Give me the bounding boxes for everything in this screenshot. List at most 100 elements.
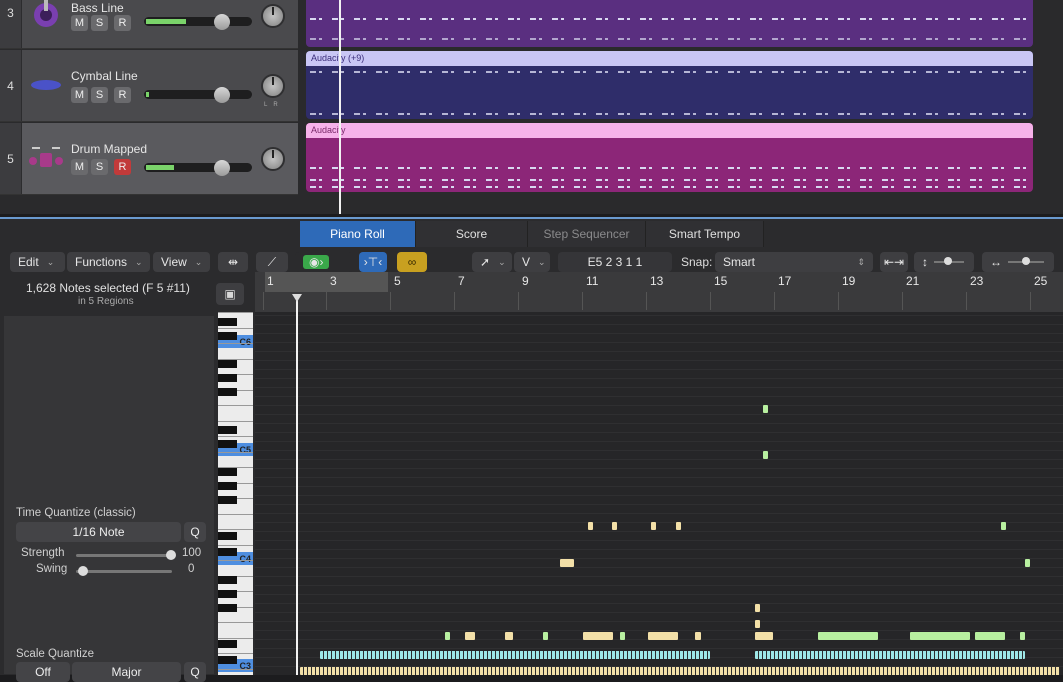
midi-region[interactable]: Audacity (+9) [306, 51, 1033, 119]
midi-note[interactable] [612, 522, 617, 530]
black-key[interactable] [218, 468, 237, 476]
note-run[interactable] [300, 667, 1060, 675]
black-key[interactable] [218, 532, 237, 540]
piano-keyboard[interactable]: C6 C5 C4 C3 [218, 312, 253, 675]
inspector-toggle-icon[interactable]: ▣ [216, 283, 244, 305]
track-header[interactable]: 4 Cymbal Line M S R LR [0, 50, 298, 122]
black-key[interactable] [218, 374, 237, 382]
playhead[interactable] [339, 0, 341, 214]
midi-note[interactable] [465, 632, 475, 640]
volume-fader[interactable] [144, 160, 252, 176]
midi-note[interactable] [588, 522, 593, 530]
midi-note[interactable] [620, 632, 625, 640]
black-key[interactable] [218, 360, 237, 368]
catch-playhead-icon[interactable]: ›⊤‹ [359, 252, 387, 272]
midi-note[interactable] [648, 632, 678, 640]
track-name[interactable]: Bass Line [71, 1, 124, 15]
scale-quantize-button[interactable]: Q [184, 662, 206, 682]
scale-type-select[interactable]: Major [72, 662, 181, 682]
track-name[interactable]: Drum Mapped [71, 142, 147, 156]
quantize-button[interactable]: Q [184, 522, 206, 542]
track-header[interactable]: 3 Bass Line M S R [0, 0, 298, 49]
midi-note[interactable] [560, 559, 574, 567]
midi-in-out-toggle[interactable]: ◉› [295, 252, 353, 272]
snap-select[interactable]: Smart ⇕ [715, 252, 873, 272]
swing-slider[interactable] [76, 566, 172, 576]
midi-note[interactable] [755, 632, 773, 640]
midi-note[interactable] [755, 604, 760, 612]
view-menu[interactable]: View ⌄ [153, 252, 210, 272]
collapse-icon[interactable]: ⇹ [218, 252, 248, 272]
midi-region[interactable] [306, 0, 1033, 47]
edit-menu[interactable]: Edit ⌄ [10, 252, 65, 272]
midi-region[interactable]: Audacity [306, 123, 1033, 192]
solo-button[interactable]: S [91, 15, 108, 31]
fit-width-icon[interactable]: ⇤⇥ [880, 252, 908, 272]
midi-note[interactable] [1020, 632, 1025, 640]
black-key[interactable] [218, 576, 237, 584]
fader-knob[interactable] [214, 87, 230, 103]
pan-knob[interactable] [261, 4, 285, 28]
black-key[interactable] [218, 482, 237, 490]
midi-note[interactable] [695, 632, 701, 640]
strength-slider[interactable] [76, 550, 176, 560]
automation-curve-icon[interactable]: ⟋ [256, 252, 288, 272]
black-key[interactable] [218, 496, 237, 504]
functions-menu[interactable]: Functions ⌄ [67, 252, 150, 272]
midi-note[interactable] [676, 522, 681, 530]
note-run[interactable] [320, 651, 710, 659]
midi-note[interactable] [543, 632, 548, 640]
midi-note[interactable] [1001, 522, 1006, 530]
black-key[interactable] [218, 604, 237, 612]
record-enable-button[interactable]: R [114, 87, 131, 103]
midi-note[interactable] [975, 632, 1005, 640]
midi-note[interactable] [818, 632, 878, 640]
tab-smart-tempo[interactable]: Smart Tempo [646, 221, 764, 247]
cycle-region[interactable] [265, 272, 388, 292]
track-name[interactable]: Cymbal Line [71, 69, 138, 83]
horizontal-zoom-slider[interactable]: ↔ [982, 252, 1054, 272]
black-key[interactable] [218, 318, 237, 326]
mute-button[interactable]: M [71, 159, 88, 175]
mute-button[interactable]: M [71, 87, 88, 103]
black-key[interactable] [218, 440, 237, 448]
black-key[interactable] [218, 388, 237, 396]
midi-note[interactable] [505, 632, 513, 640]
tab-score[interactable]: Score [416, 221, 528, 247]
tab-step-sequencer[interactable]: Step Sequencer [528, 221, 646, 247]
solo-button[interactable]: S [91, 87, 108, 103]
tab-piano-roll[interactable]: Piano Roll [300, 221, 416, 247]
pan-knob[interactable] [261, 74, 285, 98]
track-header-selected[interactable]: 5 Drum Mapped M S R [0, 123, 298, 195]
mute-button[interactable]: M [71, 15, 88, 31]
volume-fader[interactable] [144, 87, 252, 103]
fader-knob[interactable] [214, 14, 230, 30]
quantize-value-select[interactable]: 1/16 Note [16, 522, 181, 542]
note-run[interactable] [755, 651, 1025, 659]
volume-fader[interactable] [144, 14, 252, 30]
note-grid[interactable] [255, 312, 1063, 675]
black-key[interactable] [218, 656, 237, 664]
black-key[interactable] [218, 590, 237, 598]
vertical-zoom-slider[interactable]: ↕ [914, 252, 974, 272]
scale-root-select[interactable]: Off [16, 662, 70, 682]
midi-note[interactable] [763, 451, 768, 459]
pan-knob[interactable] [261, 147, 285, 171]
midi-note[interactable] [651, 522, 656, 530]
black-key[interactable] [218, 426, 237, 434]
editor-playhead[interactable] [296, 296, 298, 675]
midi-note[interactable] [445, 632, 450, 640]
record-enable-button[interactable]: R [114, 159, 131, 175]
midi-note[interactable] [763, 405, 768, 413]
black-key[interactable] [218, 332, 237, 340]
secondary-tool-menu[interactable]: V ⌄ [514, 252, 550, 272]
pointer-tool-menu[interactable]: ➚ ⌄ [472, 252, 512, 272]
black-key[interactable] [218, 640, 237, 648]
link-icon[interactable]: ∞ [397, 252, 427, 272]
black-key[interactable] [218, 548, 237, 556]
midi-note[interactable] [1025, 559, 1030, 567]
midi-note[interactable] [910, 632, 970, 640]
record-enable-button[interactable]: R [114, 15, 131, 31]
fader-knob[interactable] [214, 160, 230, 176]
bar-ruler[interactable]: 1 3 5 7 9 11 13 15 17 19 21 23 25 [255, 272, 1063, 312]
